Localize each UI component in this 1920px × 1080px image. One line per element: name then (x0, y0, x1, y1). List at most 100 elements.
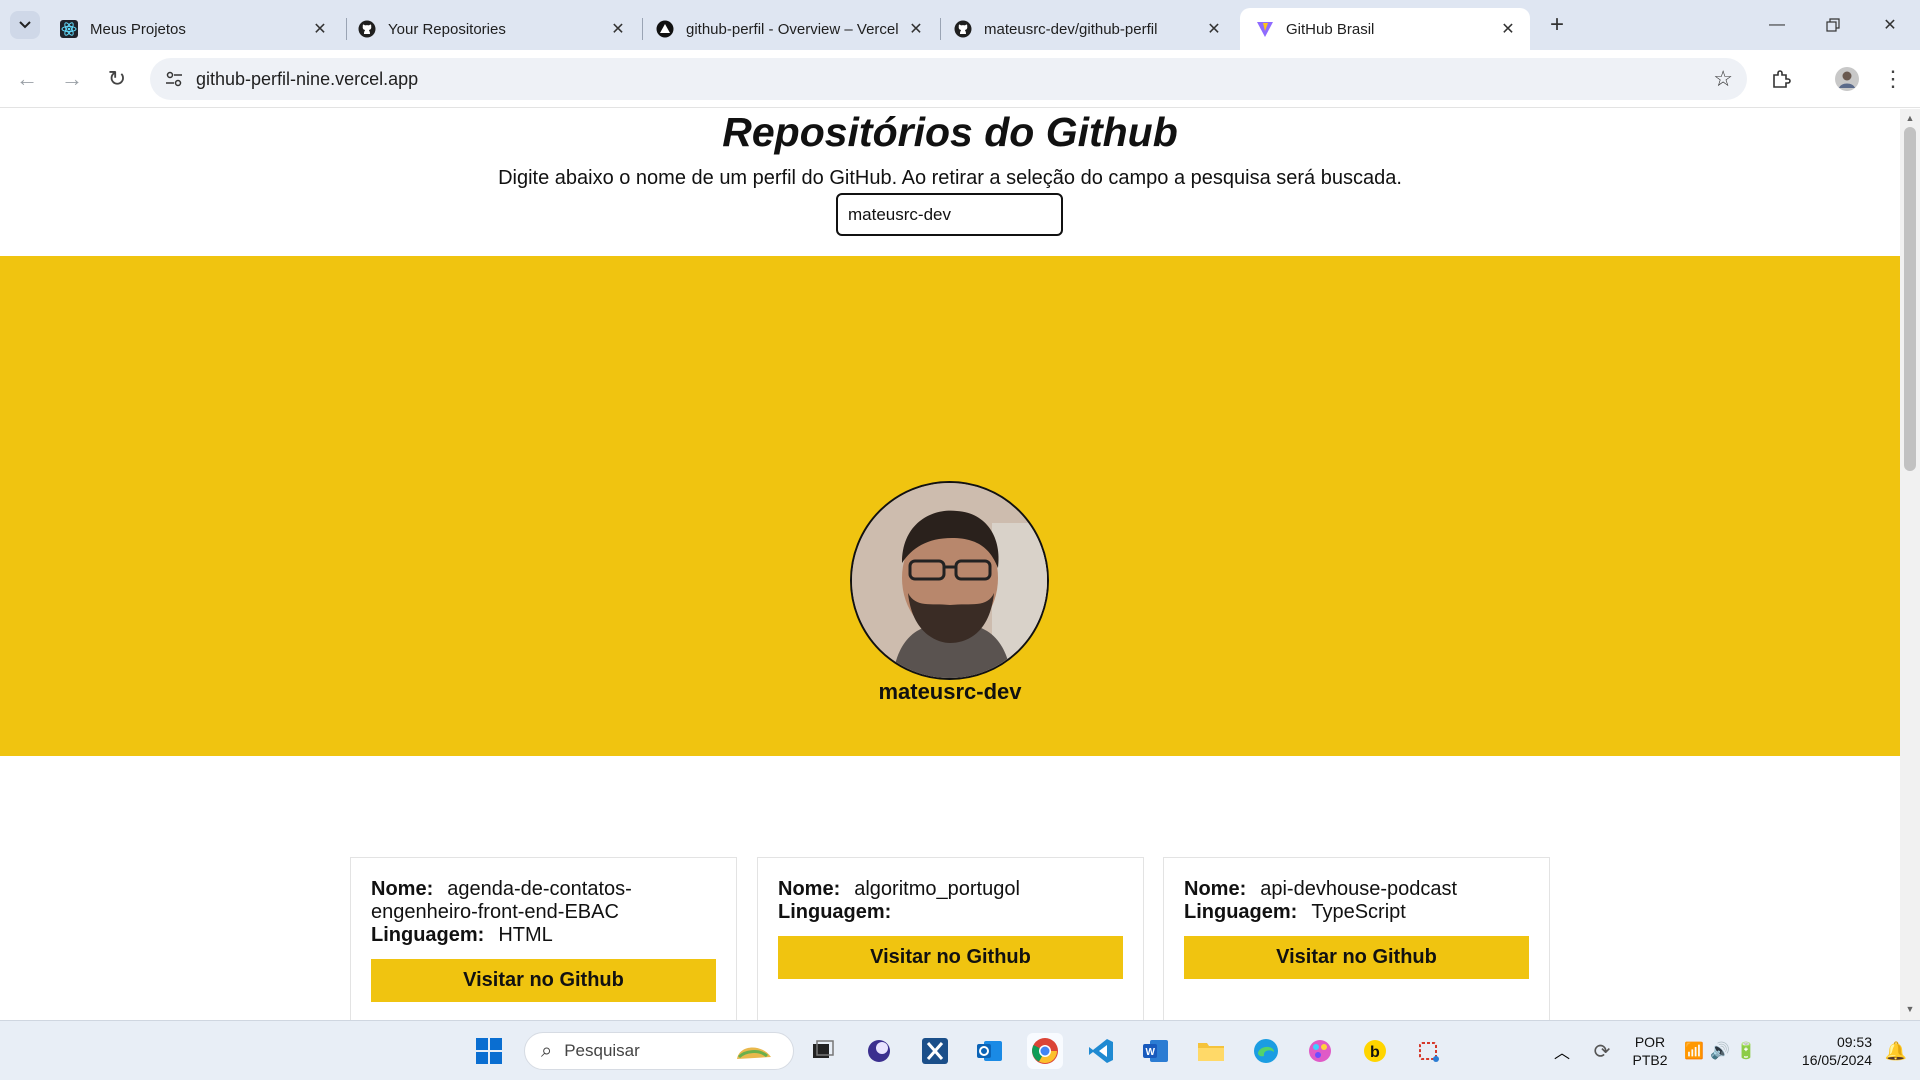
bookmark-star-icon[interactable]: ☆ (1713, 66, 1733, 92)
taskbar-search-placeholder: Pesquisar (564, 1041, 640, 1060)
profile-search-input[interactable] (836, 193, 1063, 236)
taskbar-app-xampp[interactable] (917, 1033, 953, 1069)
chevron-down-icon (19, 21, 31, 29)
repo-name-row: Nome: algoritmo_portugol (778, 878, 1123, 901)
visit-github-button[interactable]: Visitar no Github (1184, 936, 1529, 979)
show-hidden-icons-button[interactable]: ︿ (1544, 1033, 1580, 1069)
input-language-indicator[interactable]: POR PTB2 (1630, 1033, 1670, 1069)
repo-name-row: Nome: api-devhouse-podcast (1184, 878, 1529, 901)
clock[interactable]: 09:53 16/05/2024 (1782, 1033, 1872, 1069)
chevron-up-icon: ︿ (1553, 1045, 1570, 1062)
new-tab-button[interactable]: + (1544, 11, 1570, 38)
repo-card: Nome: agenda-de-contatos-engenheiro-front… (350, 857, 737, 1020)
avatar-icon (1835, 67, 1859, 91)
repo-name-label: Nome: (371, 878, 434, 900)
keyboard-layout: PTB2 (1632, 1052, 1668, 1068)
taskbar-app-word[interactable]: W (1138, 1033, 1174, 1069)
repo-name-label: Nome: (778, 878, 841, 900)
taskbar-app-chrome[interactable] (1027, 1033, 1063, 1069)
sync-status-button[interactable]: ⟳ (1584, 1033, 1620, 1069)
taskbar-app-b[interactable]: b (1357, 1033, 1393, 1069)
folder-icon (1198, 1043, 1224, 1061)
back-button[interactable]: ← (10, 62, 44, 96)
taskbar-app-paint[interactable] (1302, 1033, 1338, 1069)
visit-github-button[interactable]: Visitar no Github (371, 959, 716, 1002)
repo-name-row: Nome: agenda-de-contatos-engenheiro-front… (371, 878, 716, 924)
repo-language-label: Linguagem: (778, 901, 892, 923)
repo-language: TypeScript (1311, 901, 1406, 923)
taskbar-app-edge[interactable] (1248, 1033, 1284, 1069)
page-viewport: Repositórios do Github Digite abaixo o n… (0, 109, 1900, 1020)
taskbar-app-vscode[interactable] (1083, 1033, 1119, 1069)
volume-icon: 🔊 (1710, 1043, 1730, 1060)
tab-github-brasil[interactable]: GitHub Brasil ✕ (1240, 8, 1530, 50)
notifications-button[interactable]: 🔔 (1878, 1033, 1914, 1069)
tab-title: github-perfil - Overview – Vercel (686, 20, 899, 38)
restore-button[interactable] (1813, 10, 1853, 40)
puzzle-icon (1773, 70, 1791, 88)
profile-avatar[interactable] (1830, 62, 1864, 96)
tab-search-button[interactable] (10, 11, 40, 39)
close-icon[interactable]: ✕ (608, 19, 628, 39)
taskbar-app-snipping[interactable] (1412, 1033, 1448, 1069)
profile-avatar-image (850, 481, 1049, 680)
forward-button[interactable]: → (55, 62, 89, 96)
tab-meus-projetos[interactable]: Meus Projetos ✕ (44, 8, 342, 50)
tab-your-repositories[interactable]: Your Repositories ✕ (342, 8, 640, 50)
react-icon (60, 20, 78, 38)
github-icon (358, 20, 376, 38)
edge-icon (1254, 1039, 1278, 1063)
svg-text:W: W (1146, 1047, 1156, 1058)
reload-button[interactable]: ↻ (100, 62, 134, 96)
task-view-icon (813, 1040, 834, 1058)
repo-card: Nome: api-devhouse-podcast Linguagem: Type… (1163, 857, 1550, 1020)
tab-title: Your Repositories (388, 20, 506, 38)
minimize-button[interactable]: — (1757, 10, 1797, 40)
vite-icon (1256, 20, 1274, 38)
plus-icon: + (1549, 11, 1564, 38)
close-icon[interactable]: ✕ (906, 19, 926, 39)
profile-header: mateusrc-dev (0, 256, 1900, 756)
close-window-button[interactable]: ✕ (1870, 10, 1910, 40)
palette-icon (1309, 1040, 1331, 1062)
arrow-left-icon: ← (16, 66, 38, 91)
close-icon[interactable]: ✕ (1498, 19, 1518, 39)
task-view-button[interactable] (805, 1033, 841, 1069)
quick-settings-button[interactable]: 📶 🔊 🔋 (1680, 1033, 1760, 1069)
scrollbar-thumb[interactable] (1904, 127, 1916, 471)
github-icon (954, 20, 972, 38)
minimize-icon: — (1769, 16, 1785, 33)
page-scrollbar[interactable]: ▲ ▼ (1900, 109, 1920, 1020)
taskbar-app-outlook[interactable] (972, 1033, 1008, 1069)
app-circle-icon (868, 1040, 890, 1062)
wifi-icon: 📶 (1684, 1043, 1705, 1060)
arrow-right-icon: → (61, 66, 83, 91)
chrome-icon (1032, 1038, 1058, 1064)
tab-github-perfil-repo[interactable]: mateusrc-dev/github-perfil ✕ (938, 8, 1236, 50)
tab-title: GitHub Brasil (1286, 20, 1375, 38)
taco-icon (731, 1039, 781, 1068)
repo-language-row: Linguagem: TypeScript (1184, 901, 1529, 924)
repo-language-row: Linguagem: (778, 901, 1123, 924)
battery-icon: 🔋 (1735, 1043, 1756, 1060)
tab-vercel-overview[interactable]: github-perfil - Overview – Vercel ✕ (640, 8, 938, 50)
close-icon[interactable]: ✕ (1204, 19, 1224, 39)
windows-icon (476, 1038, 502, 1064)
taskbar-app-file-explorer[interactable] (1193, 1033, 1229, 1069)
repo-name: algoritmo_portugol (854, 878, 1020, 900)
taskbar-search[interactable]: ⌕ Pesquisar (524, 1032, 794, 1070)
visit-github-button[interactable]: Visitar no Github (778, 936, 1123, 979)
taskbar-app-discord[interactable] (861, 1033, 897, 1069)
address-bar[interactable]: github-perfil-nine.vercel.app ☆ (150, 58, 1747, 100)
search-icon: ⌕ (541, 1039, 553, 1062)
browser-toolbar: ← → ↻ github-perfil-nine.vercel.app ☆ ⋮ (0, 50, 1920, 108)
browser-menu-button[interactable]: ⋮ (1876, 62, 1910, 96)
scroll-down-icon[interactable]: ▼ (1904, 1004, 1916, 1016)
site-settings-icon[interactable] (164, 69, 184, 89)
close-icon[interactable]: ✕ (310, 19, 330, 39)
repo-name-label: Nome: (1184, 878, 1247, 900)
extensions-button[interactable] (1764, 62, 1798, 96)
tab-title: mateusrc-dev/github-perfil (984, 20, 1158, 38)
scroll-up-icon[interactable]: ▲ (1904, 113, 1916, 125)
start-button[interactable] (471, 1033, 507, 1069)
